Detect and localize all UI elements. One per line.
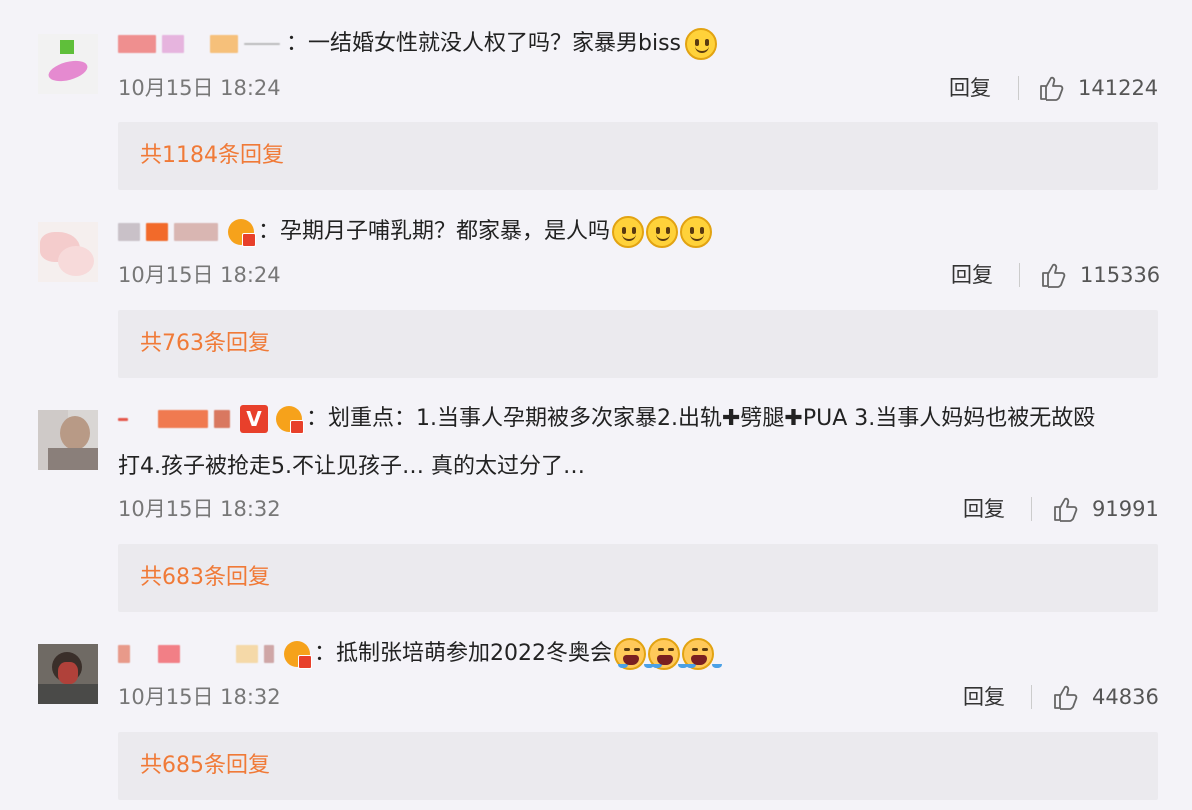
like-count: 141224 <box>1078 76 1159 100</box>
username-redacted <box>236 645 258 663</box>
username-redacted <box>244 43 280 45</box>
timestamp: 10月15日 18:24 <box>118 263 281 287</box>
like-count: 91991 <box>1092 497 1159 521</box>
comment-text-continued: 打4.孩子被抢走5.不让见孩子… 真的太过分了… <box>118 454 585 479</box>
reply-button[interactable]: 回复 <box>963 491 1005 527</box>
reply-button[interactable]: 回复 <box>949 70 991 106</box>
reply-button[interactable]: 回复 <box>963 679 1005 715</box>
timestamp: 10月15日 18:32 <box>118 685 281 709</box>
replies-box: 共683条回复 <box>118 544 1158 612</box>
view-replies-link[interactable]: 共763条回复 <box>140 310 270 378</box>
username[interactable]: ：孕期月子哺乳期？都家暴，是人吗 <box>118 212 713 252</box>
like-count: 115336 <box>1080 263 1161 287</box>
crying-emoji-icon <box>682 638 714 670</box>
crown-badge-icon <box>228 219 256 247</box>
view-replies-link[interactable]: 共1184条回复 <box>140 122 284 190</box>
replies-box: 共1184条回复 <box>118 122 1158 190</box>
username-redacted <box>118 223 140 241</box>
thumbs-up-icon[interactable] <box>1052 683 1080 711</box>
comment-text: ：划重点：1.当事人孕期被多次家暴2.出轨✚劈腿✚PUA 3.当事人妈妈也被无故… <box>306 406 1096 431</box>
replies-box: 共763条回复 <box>118 310 1158 378</box>
view-replies-link[interactable]: 共683条回复 <box>140 544 270 612</box>
username-redacted <box>214 410 230 428</box>
username-redacted <box>162 35 184 53</box>
avatar[interactable] <box>38 410 98 470</box>
crying-emoji-icon <box>614 638 646 670</box>
smile-emoji-icon <box>680 216 713 248</box>
view-replies-link[interactable]: 共685条回复 <box>140 732 270 800</box>
smile-emoji-icon <box>646 216 679 248</box>
comment-meta: 10月15日 18:32 回复 44836 <box>0 679 1192 715</box>
smile-emoji-icon <box>685 28 718 60</box>
divider <box>1031 685 1032 709</box>
reply-button[interactable]: 回复 <box>951 257 993 293</box>
crown-badge-icon <box>284 641 312 669</box>
crying-emoji-icon <box>648 638 680 670</box>
thumbs-up-icon[interactable] <box>1040 261 1068 289</box>
divider <box>1031 497 1032 521</box>
username-redacted <box>118 645 130 663</box>
comment-meta: 10月15日 18:32 回复 91991 <box>0 491 1192 527</box>
v-verified-badge: V <box>240 405 268 433</box>
username[interactable]: ：抵制张培萌参加2022冬奥会 <box>118 634 714 674</box>
username[interactable]: ：一结婚女性就没人权了吗？家暴男biss <box>118 24 718 64</box>
timestamp: 10月15日 18:32 <box>118 497 281 521</box>
comment-text: ：孕期月子哺乳期？都家暴，是人吗 <box>258 219 611 244</box>
username-redacted <box>158 410 208 428</box>
divider <box>1018 76 1019 100</box>
username-redacted <box>146 223 168 241</box>
username-redacted <box>210 35 238 53</box>
comment-meta: 10月15日 18:24 回复 115336 <box>0 257 1192 293</box>
thumbs-up-icon[interactable] <box>1052 495 1080 523</box>
thumbs-up-icon[interactable] <box>1038 74 1066 102</box>
smile-emoji-icon <box>612 216 645 248</box>
username-redacted <box>118 417 128 421</box>
divider <box>1019 263 1020 287</box>
comment-text: ：抵制张培萌参加2022冬奥会 <box>314 641 612 666</box>
like-count: 44836 <box>1092 685 1159 709</box>
username-redacted <box>174 223 218 241</box>
comment-text: ：一结婚女性就没人权了吗？家暴男biss <box>286 31 682 56</box>
username-redacted <box>158 645 180 663</box>
replies-box: 共685条回复 <box>118 732 1158 800</box>
username-redacted <box>118 35 156 53</box>
timestamp: 10月15日 18:24 <box>118 76 281 100</box>
comment-meta: 10月15日 18:24 回复 141224 <box>0 70 1192 106</box>
username-redacted <box>264 645 274 663</box>
username[interactable]: V ：划重点：1.当事人孕期被多次家暴2.出轨✚劈腿✚PUA 3.当事人妈妈也被… <box>118 399 1095 439</box>
crown-badge-icon <box>276 406 304 434</box>
